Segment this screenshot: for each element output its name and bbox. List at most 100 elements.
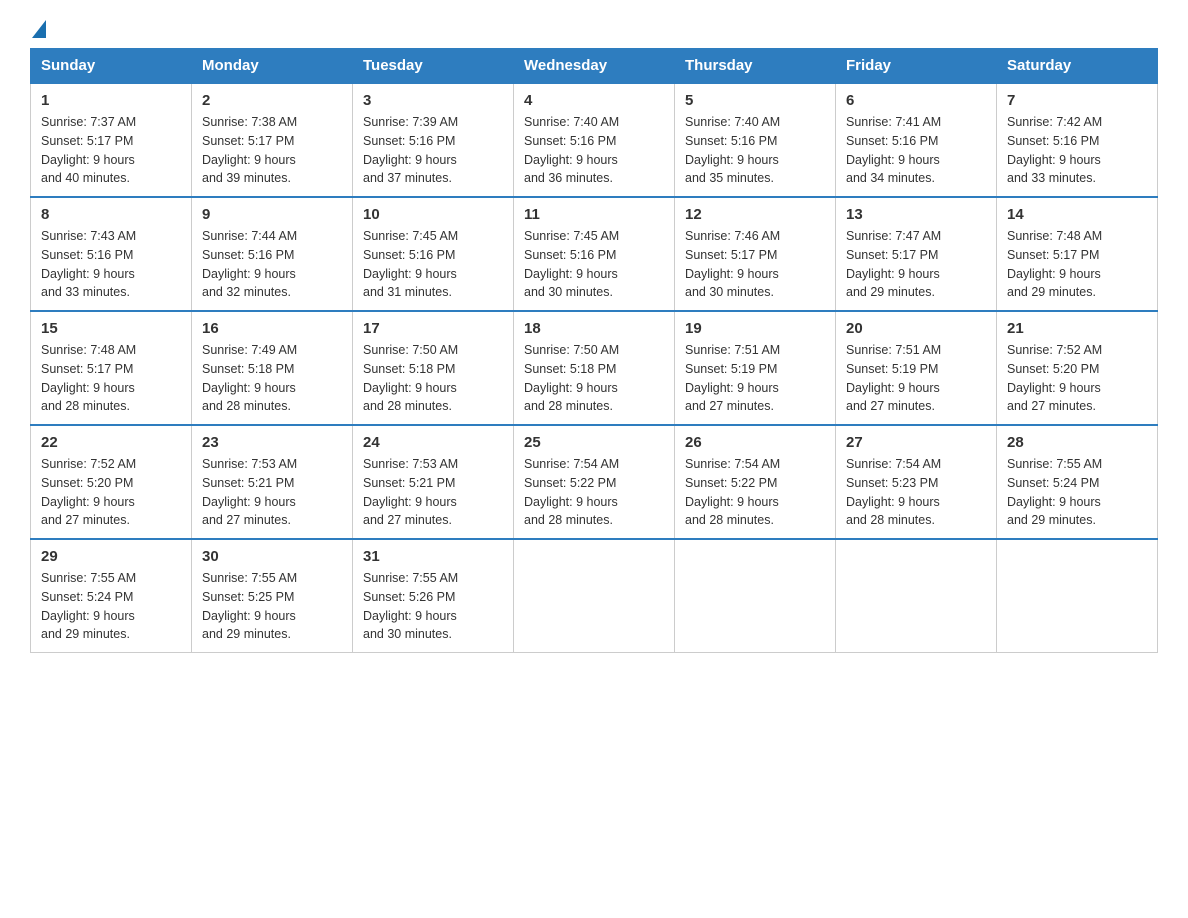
day-info: Sunrise: 7:45 AMSunset: 5:16 PMDaylight:… <box>524 227 664 302</box>
day-info: Sunrise: 7:49 AMSunset: 5:18 PMDaylight:… <box>202 341 342 416</box>
day-number: 31 <box>363 548 503 565</box>
day-number: 27 <box>846 434 986 451</box>
calendar-table: SundayMondayTuesdayWednesdayThursdayFrid… <box>30 48 1158 653</box>
day-number: 16 <box>202 320 342 337</box>
day-info: Sunrise: 7:42 AMSunset: 5:16 PMDaylight:… <box>1007 113 1147 188</box>
calendar-cell: 1 Sunrise: 7:37 AMSunset: 5:17 PMDayligh… <box>31 83 192 197</box>
weekday-header-row: SundayMondayTuesdayWednesdayThursdayFrid… <box>31 49 1158 84</box>
calendar-cell <box>675 539 836 653</box>
day-info: Sunrise: 7:45 AMSunset: 5:16 PMDaylight:… <box>363 227 503 302</box>
calendar-cell: 10 Sunrise: 7:45 AMSunset: 5:16 PMDaylig… <box>353 197 514 311</box>
day-number: 8 <box>41 206 181 223</box>
calendar-cell: 24 Sunrise: 7:53 AMSunset: 5:21 PMDaylig… <box>353 425 514 539</box>
calendar-cell: 12 Sunrise: 7:46 AMSunset: 5:17 PMDaylig… <box>675 197 836 311</box>
day-info: Sunrise: 7:53 AMSunset: 5:21 PMDaylight:… <box>202 455 342 530</box>
calendar-cell: 20 Sunrise: 7:51 AMSunset: 5:19 PMDaylig… <box>836 311 997 425</box>
day-number: 24 <box>363 434 503 451</box>
day-number: 10 <box>363 206 503 223</box>
day-info: Sunrise: 7:40 AMSunset: 5:16 PMDaylight:… <box>524 113 664 188</box>
day-info: Sunrise: 7:53 AMSunset: 5:21 PMDaylight:… <box>363 455 503 530</box>
day-number: 13 <box>846 206 986 223</box>
day-info: Sunrise: 7:52 AMSunset: 5:20 PMDaylight:… <box>1007 341 1147 416</box>
day-number: 2 <box>202 92 342 109</box>
calendar-cell: 28 Sunrise: 7:55 AMSunset: 5:24 PMDaylig… <box>997 425 1158 539</box>
day-info: Sunrise: 7:47 AMSunset: 5:17 PMDaylight:… <box>846 227 986 302</box>
calendar-cell: 22 Sunrise: 7:52 AMSunset: 5:20 PMDaylig… <box>31 425 192 539</box>
day-info: Sunrise: 7:41 AMSunset: 5:16 PMDaylight:… <box>846 113 986 188</box>
day-number: 28 <box>1007 434 1147 451</box>
calendar-cell <box>514 539 675 653</box>
calendar-cell: 14 Sunrise: 7:48 AMSunset: 5:17 PMDaylig… <box>997 197 1158 311</box>
day-number: 1 <box>41 92 181 109</box>
day-info: Sunrise: 7:55 AMSunset: 5:24 PMDaylight:… <box>41 569 181 644</box>
calendar-cell: 27 Sunrise: 7:54 AMSunset: 5:23 PMDaylig… <box>836 425 997 539</box>
day-info: Sunrise: 7:55 AMSunset: 5:24 PMDaylight:… <box>1007 455 1147 530</box>
day-info: Sunrise: 7:54 AMSunset: 5:22 PMDaylight:… <box>685 455 825 530</box>
day-number: 30 <box>202 548 342 565</box>
day-info: Sunrise: 7:44 AMSunset: 5:16 PMDaylight:… <box>202 227 342 302</box>
week-row-4: 22 Sunrise: 7:52 AMSunset: 5:20 PMDaylig… <box>31 425 1158 539</box>
day-info: Sunrise: 7:38 AMSunset: 5:17 PMDaylight:… <box>202 113 342 188</box>
weekday-header-sunday: Sunday <box>31 49 192 84</box>
day-number: 11 <box>524 206 664 223</box>
weekday-header-thursday: Thursday <box>675 49 836 84</box>
week-row-2: 8 Sunrise: 7:43 AMSunset: 5:16 PMDayligh… <box>31 197 1158 311</box>
day-info: Sunrise: 7:39 AMSunset: 5:16 PMDaylight:… <box>363 113 503 188</box>
calendar-cell: 3 Sunrise: 7:39 AMSunset: 5:16 PMDayligh… <box>353 83 514 197</box>
weekday-header-wednesday: Wednesday <box>514 49 675 84</box>
day-info: Sunrise: 7:37 AMSunset: 5:17 PMDaylight:… <box>41 113 181 188</box>
calendar-cell: 13 Sunrise: 7:47 AMSunset: 5:17 PMDaylig… <box>836 197 997 311</box>
day-info: Sunrise: 7:55 AMSunset: 5:26 PMDaylight:… <box>363 569 503 644</box>
day-number: 9 <box>202 206 342 223</box>
calendar-cell: 17 Sunrise: 7:50 AMSunset: 5:18 PMDaylig… <box>353 311 514 425</box>
day-number: 14 <box>1007 206 1147 223</box>
weekday-header-monday: Monday <box>192 49 353 84</box>
day-info: Sunrise: 7:40 AMSunset: 5:16 PMDaylight:… <box>685 113 825 188</box>
day-number: 15 <box>41 320 181 337</box>
day-info: Sunrise: 7:48 AMSunset: 5:17 PMDaylight:… <box>1007 227 1147 302</box>
logo-triangle-icon <box>32 20 46 38</box>
day-number: 23 <box>202 434 342 451</box>
calendar-cell: 21 Sunrise: 7:52 AMSunset: 5:20 PMDaylig… <box>997 311 1158 425</box>
day-info: Sunrise: 7:54 AMSunset: 5:22 PMDaylight:… <box>524 455 664 530</box>
day-info: Sunrise: 7:50 AMSunset: 5:18 PMDaylight:… <box>363 341 503 416</box>
calendar-cell: 6 Sunrise: 7:41 AMSunset: 5:16 PMDayligh… <box>836 83 997 197</box>
day-number: 25 <box>524 434 664 451</box>
calendar-cell: 23 Sunrise: 7:53 AMSunset: 5:21 PMDaylig… <box>192 425 353 539</box>
calendar-cell: 7 Sunrise: 7:42 AMSunset: 5:16 PMDayligh… <box>997 83 1158 197</box>
calendar-cell: 25 Sunrise: 7:54 AMSunset: 5:22 PMDaylig… <box>514 425 675 539</box>
calendar-cell: 8 Sunrise: 7:43 AMSunset: 5:16 PMDayligh… <box>31 197 192 311</box>
week-row-1: 1 Sunrise: 7:37 AMSunset: 5:17 PMDayligh… <box>31 83 1158 197</box>
day-info: Sunrise: 7:51 AMSunset: 5:19 PMDaylight:… <box>685 341 825 416</box>
day-info: Sunrise: 7:50 AMSunset: 5:18 PMDaylight:… <box>524 341 664 416</box>
calendar-cell: 16 Sunrise: 7:49 AMSunset: 5:18 PMDaylig… <box>192 311 353 425</box>
day-info: Sunrise: 7:46 AMSunset: 5:17 PMDaylight:… <box>685 227 825 302</box>
weekday-header-saturday: Saturday <box>997 49 1158 84</box>
day-number: 7 <box>1007 92 1147 109</box>
day-info: Sunrise: 7:48 AMSunset: 5:17 PMDaylight:… <box>41 341 181 416</box>
calendar-cell: 15 Sunrise: 7:48 AMSunset: 5:17 PMDaylig… <box>31 311 192 425</box>
day-number: 3 <box>363 92 503 109</box>
day-number: 6 <box>846 92 986 109</box>
day-number: 18 <box>524 320 664 337</box>
day-number: 12 <box>685 206 825 223</box>
calendar-cell: 5 Sunrise: 7:40 AMSunset: 5:16 PMDayligh… <box>675 83 836 197</box>
calendar-cell: 30 Sunrise: 7:55 AMSunset: 5:25 PMDaylig… <box>192 539 353 653</box>
calendar-cell: 26 Sunrise: 7:54 AMSunset: 5:22 PMDaylig… <box>675 425 836 539</box>
day-number: 29 <box>41 548 181 565</box>
day-info: Sunrise: 7:55 AMSunset: 5:25 PMDaylight:… <box>202 569 342 644</box>
day-number: 17 <box>363 320 503 337</box>
calendar-cell <box>997 539 1158 653</box>
day-info: Sunrise: 7:43 AMSunset: 5:16 PMDaylight:… <box>41 227 181 302</box>
day-info: Sunrise: 7:51 AMSunset: 5:19 PMDaylight:… <box>846 341 986 416</box>
day-number: 4 <box>524 92 664 109</box>
calendar-cell: 31 Sunrise: 7:55 AMSunset: 5:26 PMDaylig… <box>353 539 514 653</box>
calendar-cell: 4 Sunrise: 7:40 AMSunset: 5:16 PMDayligh… <box>514 83 675 197</box>
day-number: 20 <box>846 320 986 337</box>
weekday-header-tuesday: Tuesday <box>353 49 514 84</box>
day-number: 21 <box>1007 320 1147 337</box>
calendar-cell: 2 Sunrise: 7:38 AMSunset: 5:17 PMDayligh… <box>192 83 353 197</box>
day-number: 5 <box>685 92 825 109</box>
calendar-cell: 11 Sunrise: 7:45 AMSunset: 5:16 PMDaylig… <box>514 197 675 311</box>
logo <box>30 20 47 38</box>
